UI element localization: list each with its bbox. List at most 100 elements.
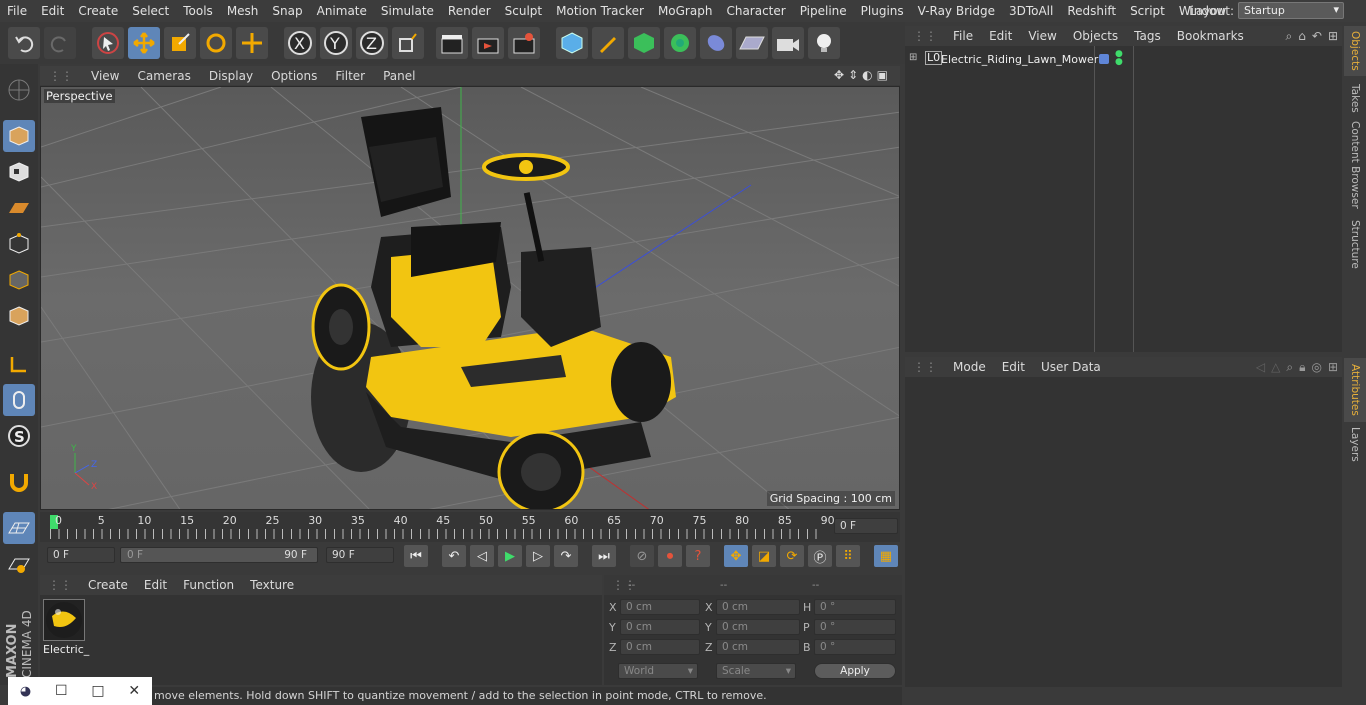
- maximize-icon[interactable]: ▣: [877, 68, 888, 84]
- menu-plugins[interactable]: Plugins: [854, 4, 911, 18]
- menu-tools[interactable]: Tools: [176, 4, 220, 18]
- viewport-menu-cameras[interactable]: Cameras: [128, 69, 199, 83]
- left-arrow-icon[interactable]: ◁: [1256, 360, 1265, 375]
- material-menu-function[interactable]: Function: [175, 578, 242, 592]
- key-scale-button[interactable]: ◪: [752, 545, 776, 567]
- menu-edit[interactable]: Edit: [34, 4, 71, 18]
- search-icon[interactable]: ⌕: [1286, 360, 1293, 375]
- maximize-icon[interactable]: □: [91, 683, 104, 699]
- menu-script[interactable]: Script: [1123, 4, 1172, 18]
- axis-mode-button[interactable]: [3, 348, 35, 380]
- y-axis-button[interactable]: Y: [320, 27, 352, 59]
- snapping-button[interactable]: S: [3, 420, 35, 452]
- menu-simulate[interactable]: Simulate: [374, 4, 441, 18]
- coord-size-field[interactable]: 0 cm: [716, 639, 800, 655]
- expand-icon[interactable]: ⊞: [909, 52, 917, 63]
- menu-v-ray-bridge[interactable]: V-Ray Bridge: [911, 4, 1002, 18]
- key-parameter-button[interactable]: Ⓟ: [808, 545, 832, 567]
- menu-snap[interactable]: Snap: [265, 4, 309, 18]
- timeline-window-button[interactable]: ▦: [874, 545, 898, 567]
- menu-create[interactable]: Create: [71, 4, 125, 18]
- viewport-menu-display[interactable]: Display: [200, 69, 262, 83]
- menu-mesh[interactable]: Mesh: [220, 4, 266, 18]
- start-frame-field[interactable]: 0 F: [47, 547, 115, 563]
- visibility-dots-icon[interactable]: ● ●: [1115, 50, 1123, 67]
- attribute-menu-user-data[interactable]: User Data: [1033, 360, 1109, 374]
- redo-button[interactable]: [44, 27, 76, 59]
- app-window-icon[interactable]: ◕: [20, 684, 31, 699]
- back-icon[interactable]: ↶: [1312, 29, 1322, 44]
- autokey-button[interactable]: ⏺: [658, 545, 682, 567]
- close-icon[interactable]: ✕: [128, 683, 140, 699]
- workplane-snap-button[interactable]: [3, 548, 35, 580]
- deformer-button[interactable]: [700, 27, 732, 59]
- next-key-button[interactable]: ↷: [554, 545, 578, 567]
- next-frame-button[interactable]: ▷: [526, 545, 550, 567]
- points-mode-button[interactable]: [3, 228, 35, 260]
- cube-primitive-button[interactable]: [556, 27, 588, 59]
- object-menu-objects[interactable]: Objects: [1065, 29, 1126, 43]
- up-arrow-icon[interactable]: △: [1271, 360, 1280, 375]
- menu-redshift[interactable]: Redshift: [1060, 4, 1123, 18]
- tab-attributes[interactable]: Attributes: [1344, 358, 1366, 422]
- attribute-menu-mode[interactable]: Mode: [945, 360, 994, 374]
- make-editable-button[interactable]: [3, 74, 35, 106]
- apply-button[interactable]: Apply: [814, 663, 896, 679]
- object-menu-view[interactable]: View: [1020, 29, 1064, 43]
- keyframe-selection-button[interactable]: ?: [686, 545, 710, 567]
- material-menu-edit[interactable]: Edit: [136, 578, 175, 592]
- coord-size-field[interactable]: 0 cm: [716, 599, 800, 615]
- floor-button[interactable]: [736, 27, 768, 59]
- object-menu-bookmarks[interactable]: Bookmarks: [1169, 29, 1252, 43]
- coord-size-field[interactable]: 0 cm: [716, 619, 800, 635]
- object-menu-edit[interactable]: Edit: [981, 29, 1020, 43]
- menu-select[interactable]: Select: [125, 4, 176, 18]
- coord-position-field[interactable]: 0 cm: [620, 619, 700, 635]
- locked-workplane-button[interactable]: [3, 512, 35, 544]
- current-frame-field[interactable]: 0 F: [834, 518, 898, 534]
- transform-tool-button[interactable]: [236, 27, 268, 59]
- render-picture-viewer-button[interactable]: [472, 27, 504, 59]
- go-to-end-button[interactable]: ⏭: [592, 545, 616, 567]
- tweak-mode-button[interactable]: [3, 384, 35, 416]
- timeline-ruler[interactable]: 0 F 0 5 10 15 20 25 30 35 40 45 50 55 60 65 70 75 80 85 90: [40, 512, 900, 542]
- previous-frame-button[interactable]: ◁: [470, 545, 494, 567]
- pan-icon[interactable]: ✥: [834, 68, 844, 84]
- zoom-icon[interactable]: ⇕: [848, 68, 858, 84]
- rotate-tool-button[interactable]: [200, 27, 232, 59]
- subdivision-button[interactable]: [628, 27, 660, 59]
- edges-mode-button[interactable]: [3, 264, 35, 296]
- lock-icon[interactable]: 🔒︎: [1299, 360, 1305, 375]
- tab-objects[interactable]: Objects: [1344, 26, 1366, 76]
- material-menu-create[interactable]: Create: [80, 578, 136, 592]
- select-tool-button[interactable]: [92, 27, 124, 59]
- light-button[interactable]: [808, 27, 840, 59]
- x-axis-button[interactable]: X: [284, 27, 316, 59]
- search-icon[interactable]: ⌕: [1286, 29, 1293, 44]
- render-view-button[interactable]: [436, 27, 468, 59]
- workplane-mode-button[interactable]: [3, 192, 35, 224]
- scale-tool-button[interactable]: [164, 27, 196, 59]
- model-mode-button[interactable]: [3, 120, 35, 152]
- viewport-menu-view[interactable]: View: [82, 69, 128, 83]
- menu-character[interactable]: Character: [719, 4, 792, 18]
- home-icon[interactable]: ⌂: [1298, 29, 1306, 44]
- coord-rotation-field[interactable]: 0 °: [814, 619, 896, 635]
- object-menu-file[interactable]: File: [945, 29, 981, 43]
- coord-position-field[interactable]: 0 cm: [620, 599, 700, 615]
- menu-3dtoall[interactable]: 3DToAll: [1002, 4, 1060, 18]
- layer-color-icon[interactable]: [1099, 54, 1109, 64]
- scale-dropdown[interactable]: Scale ▾: [716, 663, 796, 679]
- restore-icon[interactable]: ☐: [55, 683, 68, 699]
- polygons-mode-button[interactable]: [3, 300, 35, 332]
- key-rotation-button[interactable]: ⟳: [780, 545, 804, 567]
- tab-layers[interactable]: Layers: [1344, 424, 1366, 464]
- material-name[interactable]: Electric_: [43, 643, 89, 656]
- object-row[interactable]: ⊞ L0 Electric_Riding_Lawn_Mower ● ●: [905, 50, 1342, 68]
- menu-file[interactable]: File: [0, 4, 34, 18]
- object-name[interactable]: Electric_Riding_Lawn_Mower: [941, 53, 1098, 66]
- new-window-icon[interactable]: ⊞: [1328, 29, 1338, 44]
- previous-key-button[interactable]: ↶: [442, 545, 466, 567]
- menu-motion-tracker[interactable]: Motion Tracker: [549, 4, 651, 18]
- coord-position-field[interactable]: 0 cm: [620, 639, 700, 655]
